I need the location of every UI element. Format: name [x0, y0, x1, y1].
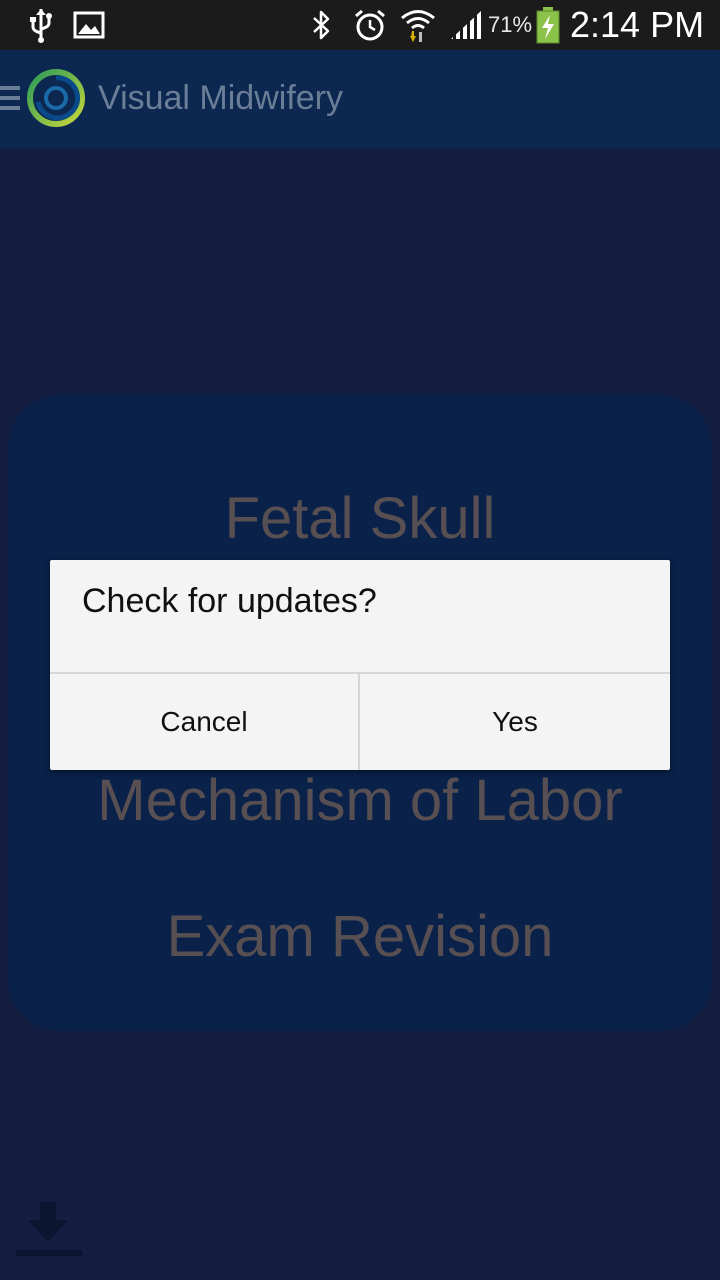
yes-button[interactable]: Yes: [360, 674, 670, 770]
dialog-message: Check for updates?: [82, 582, 377, 620]
update-dialog: Check for updates? Cancel Yes: [50, 560, 670, 770]
cancel-button[interactable]: Cancel: [50, 674, 358, 770]
